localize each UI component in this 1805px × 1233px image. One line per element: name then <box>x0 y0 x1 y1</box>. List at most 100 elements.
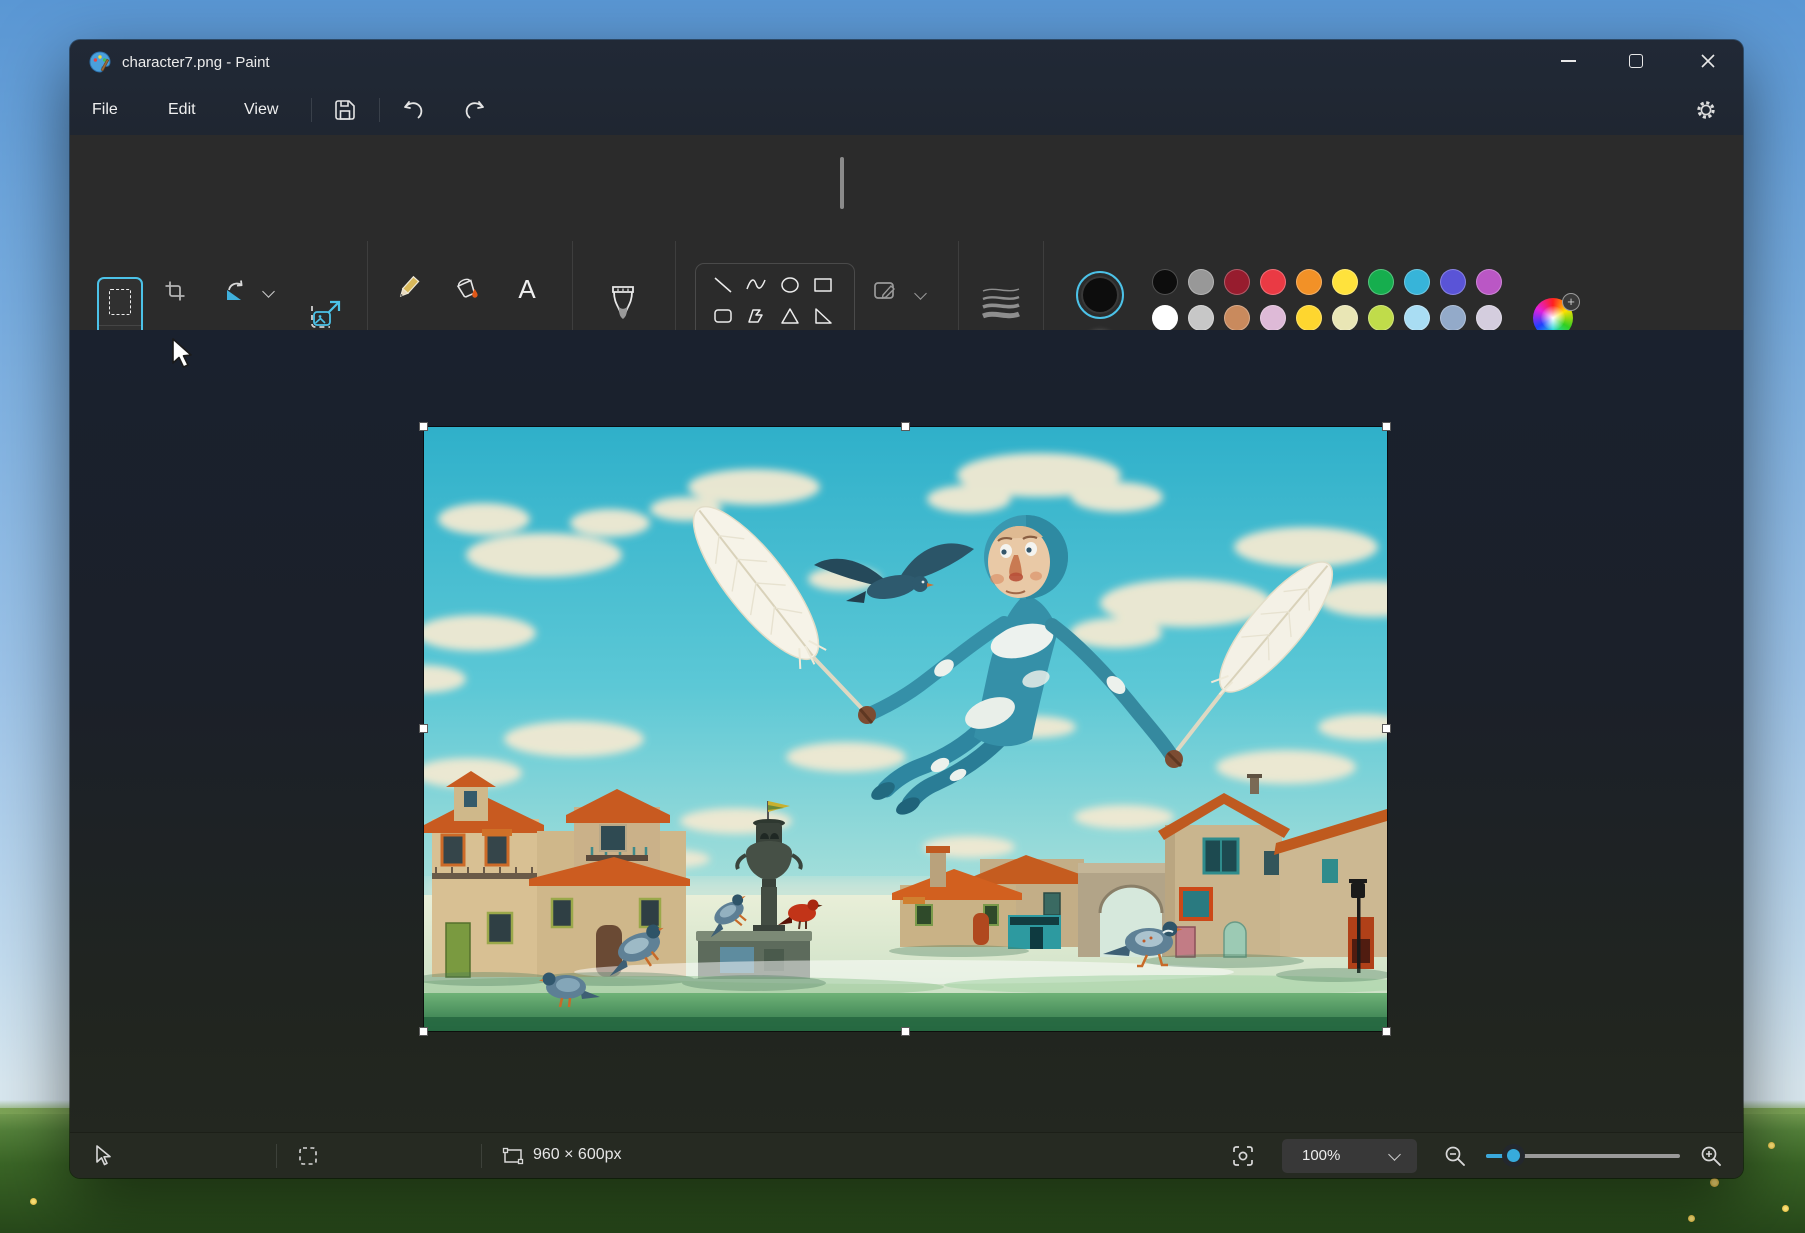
color-swatch[interactable] <box>1404 269 1430 295</box>
maximize-icon <box>1629 54 1643 68</box>
color-swatch[interactable] <box>1152 305 1178 331</box>
add-color-icon: + <box>1562 293 1580 311</box>
gear-icon <box>1694 98 1718 122</box>
redo-button[interactable] <box>458 94 492 126</box>
undo-icon <box>400 97 426 123</box>
ribbon: Image Tools Brushes Shapes Size Colors <box>70 135 1743 330</box>
crop-button[interactable] <box>158 275 192 307</box>
color-swatch[interactable] <box>1476 305 1502 331</box>
color-swatch[interactable] <box>1296 269 1322 295</box>
rectangular-select-icon[interactable] <box>99 279 141 326</box>
resize-image-icon <box>306 296 344 334</box>
menu-edit[interactable]: Edit <box>154 94 210 126</box>
artwork-illustration <box>424 427 1387 1031</box>
color-swatch[interactable] <box>1332 305 1358 331</box>
color-swatch[interactable] <box>1260 305 1286 331</box>
chevron-down-icon <box>262 285 275 298</box>
close-icon <box>1700 53 1716 69</box>
selection-handle-w[interactable] <box>419 724 428 733</box>
crop-icon <box>163 279 187 303</box>
settings-button[interactable] <box>1688 94 1724 126</box>
color-swatch[interactable] <box>1224 305 1250 331</box>
color-swatch[interactable] <box>1296 305 1322 331</box>
text-tool[interactable]: A <box>510 273 544 305</box>
text-tool-icon: A <box>518 274 535 304</box>
color1-current <box>1081 276 1119 314</box>
canvas-size-icon <box>502 1146 524 1166</box>
size-button[interactable] <box>978 281 1024 321</box>
shapes-scrollbar[interactable] <box>840 157 844 209</box>
line-thickness-icon <box>979 281 1023 321</box>
chevron-down-icon <box>1388 1148 1401 1161</box>
color-swatch[interactable] <box>1440 269 1466 295</box>
chevron-down-icon <box>914 287 927 300</box>
menu-view[interactable]: View <box>230 94 292 126</box>
fill-tool[interactable] <box>451 273 483 303</box>
shape-outline-button[interactable] <box>870 277 900 305</box>
selection-handle-ne[interactable] <box>1382 422 1391 431</box>
shape-line-icon[interactable] <box>711 273 735 297</box>
color-swatch[interactable] <box>1152 269 1178 295</box>
canvas-area[interactable] <box>70 330 1743 1132</box>
resize-image-button[interactable] <box>305 295 345 335</box>
selection-handle-nw[interactable] <box>419 422 428 431</box>
color-swatch[interactable] <box>1368 305 1394 331</box>
title-bar: character7.png - Paint File Edit View <box>70 40 1743 135</box>
color-swatch[interactable] <box>1332 269 1358 295</box>
menu-file[interactable]: File <box>78 94 132 126</box>
selection-handle-e[interactable] <box>1382 724 1391 733</box>
color-swatch[interactable] <box>1260 269 1286 295</box>
color-swatch[interactable] <box>1188 269 1214 295</box>
wallpaper-flower <box>1768 1142 1775 1149</box>
maximize-button[interactable] <box>1613 40 1659 82</box>
zoom-slider-thumb[interactable] <box>1502 1144 1525 1167</box>
close-button[interactable] <box>1685 40 1731 82</box>
shape-oval-icon[interactable] <box>778 273 802 297</box>
selection-size-icon <box>298 1146 318 1166</box>
minimize-button[interactable] <box>1545 40 1591 82</box>
selection-handle-n[interactable] <box>901 422 910 431</box>
color-swatch[interactable] <box>1368 269 1394 295</box>
save-icon <box>333 98 357 122</box>
pencil-tool[interactable] <box>392 273 424 303</box>
zoom-level-dropdown[interactable]: 100% <box>1282 1139 1417 1173</box>
brush-icon <box>606 283 640 327</box>
color-swatch[interactable] <box>1440 305 1466 331</box>
rotate-icon <box>223 278 249 304</box>
shape-outline-dropdown[interactable] <box>910 283 930 303</box>
minimize-icon <box>1561 60 1576 62</box>
color-swatch[interactable] <box>1188 305 1214 331</box>
canvas-image[interactable] <box>424 427 1387 1031</box>
paint-window: character7.png - Paint File Edit View <box>70 40 1743 1178</box>
pencil-icon <box>394 274 422 302</box>
zoom-out-button[interactable] <box>1440 1142 1470 1170</box>
shape-polygon-icon[interactable] <box>744 304 768 328</box>
zoom-level-value: 100% <box>1302 1139 1340 1173</box>
shape-curve-icon[interactable] <box>744 273 768 297</box>
shape-right-triangle-icon[interactable] <box>811 304 835 328</box>
rotate-button[interactable] <box>220 275 252 307</box>
selection-handle-se[interactable] <box>1382 1027 1391 1036</box>
shape-rounded-rectangle-icon[interactable] <box>711 304 735 328</box>
window-title: character7.png - Paint <box>122 40 270 85</box>
toolbar-separator <box>311 98 312 122</box>
undo-button[interactable] <box>396 94 430 126</box>
save-button[interactable] <box>328 94 362 126</box>
shape-triangle-icon[interactable] <box>778 304 802 328</box>
shape-outline-icon <box>871 277 899 305</box>
zoom-in-button[interactable] <box>1696 1142 1726 1170</box>
selection-handle-s[interactable] <box>901 1027 910 1036</box>
selection-handle-sw[interactable] <box>419 1027 428 1036</box>
magnifier-plus-icon <box>1699 1144 1723 1168</box>
color-swatch[interactable] <box>1476 269 1502 295</box>
toolbar-separator <box>379 98 380 122</box>
wallpaper-flower <box>1782 1205 1789 1212</box>
zoom-to-fit-button[interactable] <box>1226 1141 1260 1171</box>
rotate-dropdown[interactable] <box>258 281 278 301</box>
cursor-position-icon <box>92 1144 114 1168</box>
color1-swatch[interactable] <box>1076 271 1124 319</box>
color-swatch[interactable] <box>1404 305 1430 331</box>
color-swatch[interactable] <box>1224 269 1250 295</box>
shape-rectangle-icon[interactable] <box>811 273 835 297</box>
brushes-button[interactable] <box>604 283 642 327</box>
